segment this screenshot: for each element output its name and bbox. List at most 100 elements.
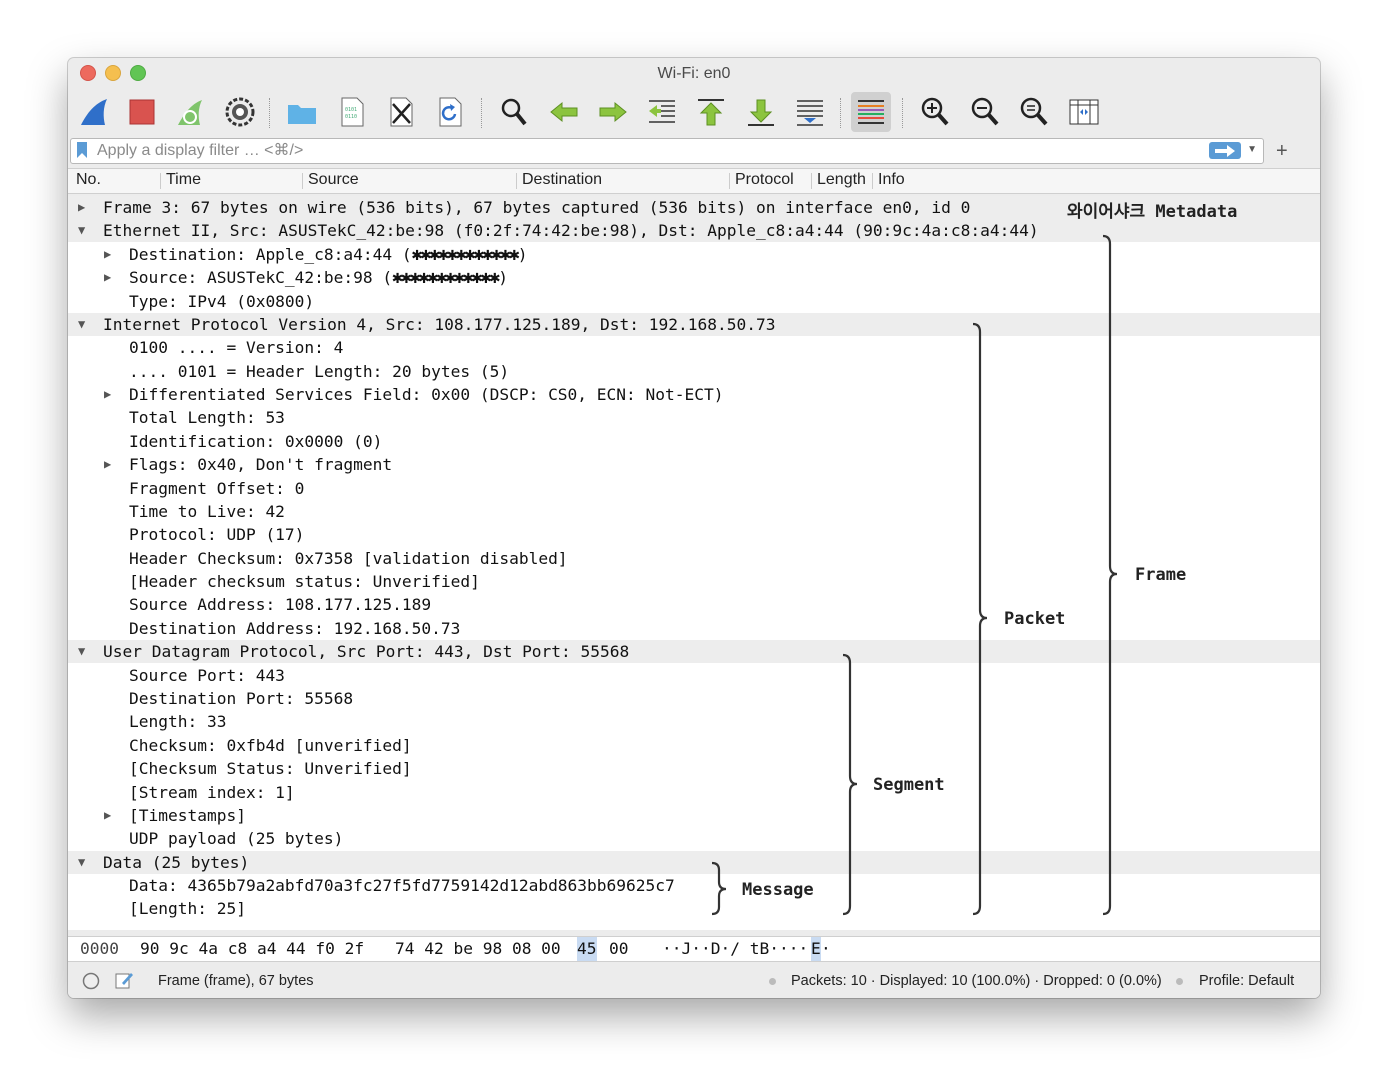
- goto-packet-icon: [649, 100, 675, 123]
- auto-scroll-button[interactable]: [790, 92, 830, 132]
- open-file-button[interactable]: [282, 92, 322, 132]
- resize-columns-button[interactable]: [1064, 92, 1104, 132]
- zoom-out-button[interactable]: [965, 92, 1005, 132]
- tree-row[interactable]: ▼ Internet Protocol Version 4, Src: 108.1…: [68, 312, 1320, 336]
- save-file-button[interactable]: 0101 0110: [332, 92, 372, 132]
- toolbar-separator: [269, 98, 271, 128]
- go-first-button[interactable]: [691, 92, 731, 132]
- column-length[interactable]: Length: [817, 171, 866, 189]
- colorize-button[interactable]: [851, 92, 891, 132]
- expand-arrow-icon[interactable]: ▶: [104, 383, 111, 406]
- tree-row[interactable]: [Header checksum status: Unverified]: [68, 570, 1320, 593]
- capture-options-button[interactable]: [220, 92, 260, 132]
- expand-arrow-icon[interactable]: ▶: [104, 453, 111, 476]
- ascii-byte[interactable]: ·: [821, 937, 831, 961]
- tree-row[interactable]: .... 0101 = Header Length: 20 bytes (5): [68, 360, 1320, 383]
- apply-filter-button[interactable]: [1209, 142, 1241, 159]
- tree-row-label: Destination Port: 55568: [129, 688, 354, 708]
- tree-row[interactable]: Total Length: 53: [68, 406, 1320, 429]
- column-info[interactable]: Info: [878, 171, 905, 189]
- zoom-in-button[interactable]: [915, 92, 955, 132]
- close-file-button[interactable]: [381, 92, 421, 132]
- column-separator[interactable]: [872, 173, 873, 189]
- hex-bytes-group-b[interactable]: 74 42 be 98 08 00: [395, 937, 561, 961]
- reload-file-button[interactable]: [430, 92, 470, 132]
- column-separator[interactable]: [160, 173, 161, 189]
- tree-row[interactable]: ▶ [Timestamps]: [68, 804, 1320, 827]
- tree-row[interactable]: Time to Live: 42: [68, 500, 1320, 523]
- collapse-arrow-icon[interactable]: ▼: [78, 851, 85, 874]
- tree-row[interactable]: ▶ Flags: 0x40, Don't fragment: [68, 453, 1320, 476]
- expand-arrow-icon[interactable]: ▶: [104, 804, 111, 827]
- column-separator[interactable]: [302, 173, 303, 189]
- tree-row[interactable]: [Length: 25]: [68, 897, 1320, 920]
- go-last-button[interactable]: [741, 92, 781, 132]
- expand-arrow-icon[interactable]: ▶: [104, 266, 111, 289]
- go-to-packet-button[interactable]: [642, 92, 682, 132]
- tree-row[interactable]: Checksum: 0xfb4d [unverified]: [68, 734, 1320, 757]
- tree-row[interactable]: Identification: 0x0000 (0): [68, 430, 1320, 453]
- column-separator[interactable]: [811, 173, 812, 189]
- column-separator[interactable]: [729, 173, 730, 189]
- column-protocol[interactable]: Protocol: [735, 171, 794, 189]
- tree-row[interactable]: Destination Port: 55568: [68, 687, 1320, 710]
- tree-row[interactable]: [Checksum Status: Unverified]: [68, 757, 1320, 780]
- ascii-bytes[interactable]: ··J··D·/ tB····: [662, 937, 808, 961]
- column-separator[interactable]: [516, 173, 517, 189]
- tree-row[interactable]: Header Checksum: 0x7358 [validation disa…: [68, 547, 1320, 570]
- tree-row[interactable]: Source Address: 108.177.125.189: [68, 593, 1320, 616]
- stop-capture-button[interactable]: [122, 92, 162, 132]
- tree-row[interactable]: Data: 4365b79a2abfd70a3fc27f5fd7759142d1…: [68, 874, 1320, 897]
- tree-row[interactable]: Type: IPv4 (0x0800): [68, 290, 1320, 313]
- expert-info-icon[interactable]: [82, 972, 100, 990]
- hex-bytes-group-a[interactable]: 90 9c 4a c8 a4 44 f0 2f: [140, 937, 364, 961]
- go-forward-button[interactable]: [593, 92, 633, 132]
- tree-row[interactable]: UDP payload (25 bytes): [68, 827, 1320, 850]
- find-packet-button[interactable]: [494, 92, 534, 132]
- column-source[interactable]: Source: [308, 171, 359, 189]
- expand-arrow-icon[interactable]: ▶: [104, 243, 111, 266]
- column-time[interactable]: Time: [166, 171, 201, 189]
- hex-byte-selected[interactable]: 45: [577, 937, 597, 961]
- go-back-button[interactable]: [544, 92, 584, 132]
- restart-capture-button[interactable]: [170, 92, 210, 132]
- collapse-arrow-icon[interactable]: ▼: [78, 313, 85, 336]
- main-toolbar: 0101 0110: [68, 88, 1320, 138]
- tree-row[interactable]: Fragment Offset: 0: [68, 477, 1320, 500]
- arrow-right-icon: [599, 101, 627, 123]
- tree-row[interactable]: Source Port: 443: [68, 664, 1320, 687]
- tree-row[interactable]: Length: 33: [68, 710, 1320, 733]
- collapse-arrow-icon[interactable]: ▼: [78, 219, 85, 242]
- tree-row-label: .... 0101 = Header Length: 20 bytes (5): [129, 361, 510, 381]
- filter-history-dropdown[interactable]: ▼: [1247, 144, 1257, 155]
- tree-row[interactable]: Protocol: UDP (17): [68, 523, 1320, 546]
- status-profile[interactable]: Profile: Default: [1199, 973, 1294, 989]
- edit-comment-icon[interactable]: [114, 970, 134, 990]
- tree-row[interactable]: [Stream index: 1]: [68, 781, 1320, 804]
- column-destination[interactable]: Destination: [522, 171, 602, 189]
- start-capture-button[interactable]: [74, 92, 114, 132]
- tree-row-text: Destination Port: 55568: [129, 687, 353, 710]
- ascii-byte-selected[interactable]: E: [811, 937, 821, 961]
- annotation-metadata: 와이어샤크 Metadata: [1067, 202, 1238, 222]
- zoom-in-icon: [921, 97, 949, 126]
- tree-row[interactable]: ▶ Destination: Apple_c8:a4:44 (✱✱✱✱✱✱✱✱✱✱…: [68, 243, 1320, 266]
- collapse-arrow-icon[interactable]: ▼: [78, 640, 85, 663]
- tree-row[interactable]: ▼ User Datagram Protocol, Src Port: 443, …: [68, 640, 1320, 664]
- zoom-normal-button[interactable]: [1014, 92, 1054, 132]
- column-no[interactable]: No.: [76, 171, 101, 189]
- tree-row[interactable]: ▼ Data (25 bytes): [68, 850, 1320, 874]
- tree-row[interactable]: 0100 .... = Version: 4: [68, 336, 1320, 359]
- add-filter-button[interactable]: +: [1276, 140, 1288, 163]
- tree-row[interactable]: ▼ Ethernet II, Src: ASUSTekC_42:be:98 (f0…: [68, 219, 1320, 243]
- status-packet-counts: Packets: 10 · Displayed: 10 (100.0%) · D…: [791, 973, 1162, 989]
- tree-row-text: Internet Protocol Version 4, Src: 108.17…: [103, 313, 775, 336]
- display-filter-input[interactable]: [97, 139, 1177, 163]
- tree-row[interactable]: ▶ Differentiated Services Field: 0x00 (DS…: [68, 383, 1320, 406]
- hex-byte[interactable]: 00: [609, 937, 629, 961]
- bookmark-icon[interactable]: [77, 142, 87, 158]
- tree-row[interactable]: Destination Address: 192.168.50.73: [68, 617, 1320, 640]
- zoom-normal-icon: [1020, 97, 1048, 126]
- expand-arrow-icon[interactable]: ▶: [78, 196, 85, 219]
- tree-row[interactable]: ▶ Source: ASUSTekC_42:be:98 (✱✱✱✱✱✱✱✱✱✱✱✱…: [68, 266, 1320, 289]
